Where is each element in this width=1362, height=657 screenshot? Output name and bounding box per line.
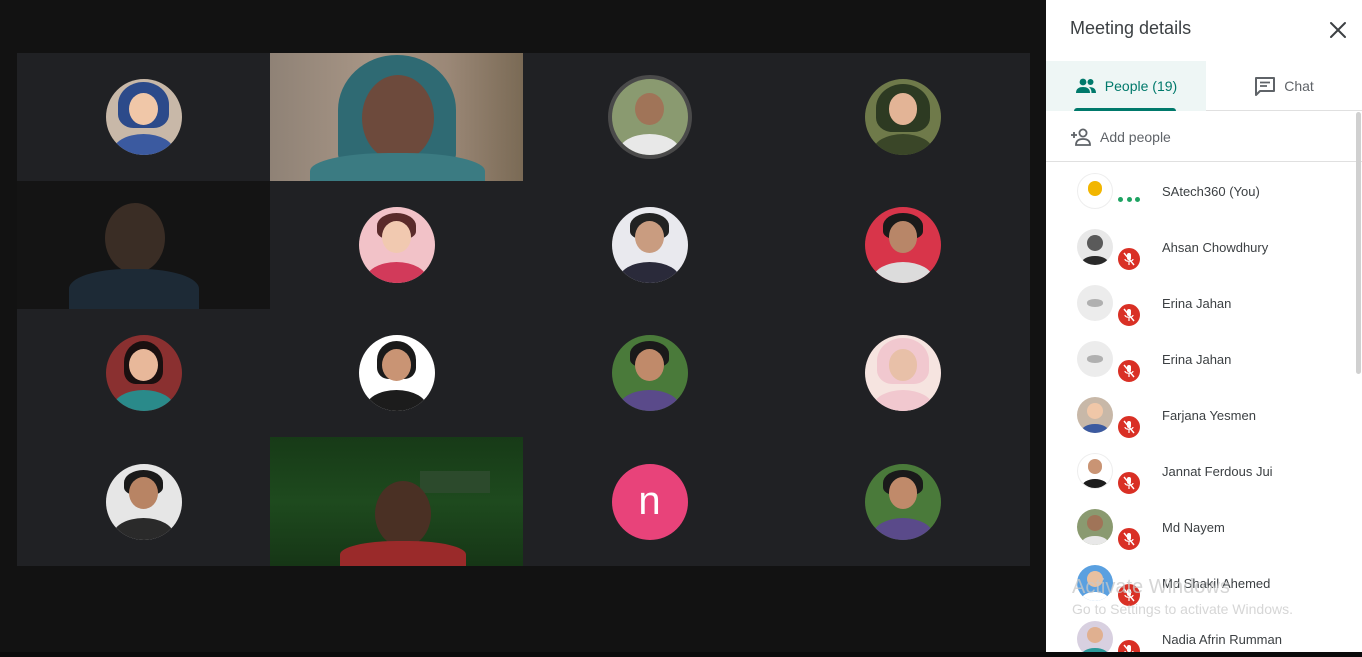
mic-off-icon (1116, 414, 1142, 440)
participant-row[interactable]: Ahsan Chowdhury (1046, 219, 1362, 275)
avatar (865, 79, 941, 155)
avatar (105, 79, 182, 155)
participant-name: Ahsan Chowdhury (1162, 240, 1269, 255)
participant-tile[interactable] (776, 181, 1030, 309)
mic-off-icon (1116, 582, 1142, 608)
participant-tile[interactable] (17, 437, 270, 566)
mic-off-icon (1116, 526, 1142, 552)
participant-tile[interactable] (776, 53, 1030, 181)
close-icon (1330, 22, 1346, 38)
add-person-icon (1071, 128, 1091, 146)
participant-name: Farjana Yesmen (1162, 408, 1256, 423)
panel-title: Meeting details (1070, 18, 1192, 38)
add-people-label: Add people (1100, 128, 1171, 145)
avatar (1077, 509, 1113, 545)
participant-name: SAtech360 (You) (1162, 184, 1260, 199)
avatar (105, 335, 182, 411)
avatar (865, 463, 941, 540)
avatar (1077, 565, 1113, 601)
panel-tabs: People (19) Chat (1046, 61, 1362, 111)
avatar (1077, 341, 1113, 377)
avatar (1077, 397, 1113, 433)
mic-off-icon (1116, 470, 1142, 496)
panel-scrollbar[interactable] (1356, 112, 1361, 374)
mic-off-icon (1116, 302, 1142, 328)
participant-name: Md Nayem (1162, 520, 1225, 535)
participant-tile[interactable]: n (523, 437, 776, 566)
participant-row[interactable]: Erina Jahan (1046, 331, 1362, 387)
participant-tile[interactable] (776, 437, 1030, 566)
participant-tile[interactable] (523, 181, 776, 309)
participant-tile[interactable] (270, 181, 523, 309)
participant-tile[interactable] (523, 309, 776, 437)
avatar (1077, 173, 1113, 209)
participant-video-tile[interactable] (17, 181, 270, 309)
participant-tile[interactable] (17, 53, 270, 181)
participant-name: Erina Jahan (1162, 296, 1232, 311)
people-icon (1075, 78, 1096, 93)
participant-video-tile[interactable] (270, 53, 523, 181)
avatar (865, 335, 941, 411)
mic-off-icon (1116, 246, 1142, 272)
mic-off-icon (1116, 638, 1142, 652)
speaking-indicator-icon (1118, 193, 1140, 205)
meeting-details-panel: Meeting details People (19) Chat Add peo… (1046, 0, 1362, 652)
avatar (611, 335, 688, 411)
avatar (611, 79, 688, 155)
avatar (358, 335, 435, 411)
participant-tile[interactable] (17, 309, 270, 437)
participant-tile[interactable] (523, 53, 776, 181)
active-tab-indicator (1074, 108, 1176, 111)
tab-chat-label: Chat (1284, 78, 1314, 94)
close-button[interactable] (1324, 16, 1352, 44)
tab-chat[interactable]: Chat (1206, 61, 1362, 111)
meet-window: n Meeting details People (19) Chat Add p… (0, 0, 1362, 657)
avatar (1077, 453, 1113, 489)
participant-name: Erina Jahan (1162, 352, 1232, 367)
tab-people-label: People (19) (1104, 78, 1178, 94)
avatar (358, 207, 435, 283)
participant-name: Nadia Afrin Rumman (1162, 632, 1282, 647)
avatar (1077, 285, 1113, 321)
participant-row[interactable]: SAtech360 (You) (1046, 163, 1362, 219)
participants-list: SAtech360 (You) Ahsan Chowdhury Erina Ja… (1046, 163, 1362, 652)
participant-row[interactable]: Erina Jahan (1046, 275, 1362, 331)
participant-tile[interactable] (776, 309, 1030, 437)
participant-tile[interactable] (270, 309, 523, 437)
participant-row[interactable]: Nadia Afrin Rumman (1046, 611, 1362, 652)
participant-row[interactable]: Md Nayem (1046, 499, 1362, 555)
avatar (105, 463, 182, 540)
participant-name: Jannat Ferdous Jui (1162, 464, 1273, 479)
participant-row[interactable]: Farjana Yesmen (1046, 387, 1362, 443)
avatar (1077, 621, 1113, 652)
participant-name: Md Shakil Ahemed (1162, 576, 1271, 591)
participant-row[interactable]: Jannat Ferdous Jui (1046, 443, 1362, 499)
participant-row[interactable]: Md Shakil Ahemed (1046, 555, 1362, 611)
mic-off-icon (1116, 358, 1142, 384)
avatar (1077, 229, 1113, 265)
taskbar-edge (0, 652, 1362, 657)
tab-people[interactable]: People (19) (1046, 61, 1206, 111)
avatar (611, 207, 688, 283)
letter-avatar: n (611, 463, 688, 540)
chat-icon (1255, 77, 1276, 96)
add-people-button[interactable]: Add people (1046, 112, 1362, 162)
panel-header: Meeting details (1046, 0, 1362, 58)
participant-video-tile[interactable] (270, 437, 523, 566)
video-grid: n (17, 53, 1030, 566)
avatar (865, 207, 941, 283)
